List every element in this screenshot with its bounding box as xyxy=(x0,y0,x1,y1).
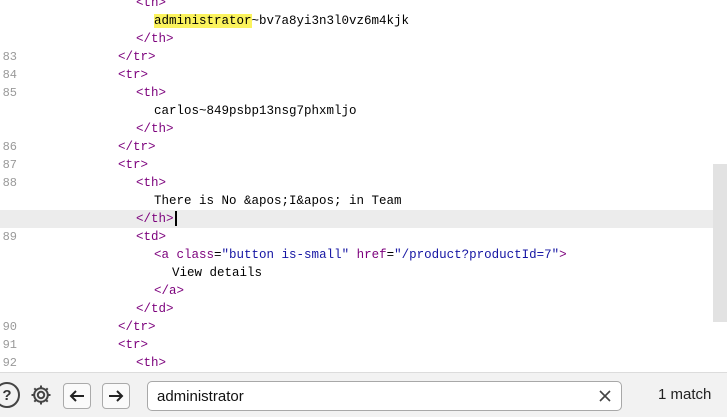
source-line: 92 <th> xyxy=(0,354,727,372)
code-token: <th> xyxy=(136,356,167,370)
code-token: class xyxy=(176,248,215,262)
line-code: </th> xyxy=(136,30,174,48)
line-code: </tr> xyxy=(118,318,156,336)
source-line: 83 </tr> xyxy=(0,48,727,66)
code-token: = xyxy=(386,248,395,262)
source-line: </td> xyxy=(0,300,727,318)
source-line: <th> xyxy=(0,0,727,12)
match-count: 1 match xyxy=(658,386,712,403)
line-code: </td> xyxy=(136,300,174,318)
source-line: 85 <th> xyxy=(0,84,727,102)
line-number: 84 xyxy=(2,68,17,82)
code-token: <th> xyxy=(136,176,167,190)
line-code: <th> xyxy=(136,174,166,192)
gear-icon[interactable] xyxy=(28,382,54,408)
line-code: carlos~849psbp13nsg7phxmljo xyxy=(154,102,357,120)
source-line: There is No &apos;I&apos; in Team xyxy=(0,192,727,210)
code-token: <th> xyxy=(136,0,167,10)
code-token: </th> xyxy=(136,212,174,226)
search-input[interactable] xyxy=(157,386,577,406)
search-highlight: administrator xyxy=(154,14,252,28)
code-token: </th> xyxy=(136,32,174,46)
previous-match-button[interactable] xyxy=(63,383,91,409)
code-token: > xyxy=(559,248,567,262)
line-code: </th> xyxy=(136,210,177,228)
line-number: 83 xyxy=(2,50,17,64)
help-icon[interactable]: ? xyxy=(0,382,20,408)
code-token: <a xyxy=(154,248,177,262)
line-number: 92 xyxy=(2,356,17,370)
code-token: </tr> xyxy=(118,50,156,64)
code-token: <th> xyxy=(136,86,167,100)
line-code: <th> xyxy=(136,84,166,102)
line-number: 90 xyxy=(2,320,17,334)
find-bar: ? 1 match xyxy=(0,372,727,417)
line-code: <td> xyxy=(136,228,166,246)
line-code: View details xyxy=(172,264,262,282)
source-line: 91 <tr> xyxy=(0,336,727,354)
line-code: </a> xyxy=(154,282,184,300)
line-code: <th> xyxy=(136,354,166,372)
code-token: "/product?productId=7" xyxy=(394,248,560,262)
line-number: 86 xyxy=(2,140,17,154)
vertical-scrollbar[interactable] xyxy=(713,164,727,322)
source-line: </th> xyxy=(0,210,727,228)
line-code: <tr> xyxy=(118,156,148,174)
code-token: carlos~849psbp13nsg7phxmljo xyxy=(154,104,357,118)
line-code: <th> xyxy=(136,0,166,12)
source-line: 88 <th> xyxy=(0,174,727,192)
source-line: </a> xyxy=(0,282,727,300)
code-token: </tr> xyxy=(118,320,156,334)
clear-search-button[interactable] xyxy=(597,388,613,404)
code-token: href xyxy=(356,248,387,262)
source-line: 90 </tr> xyxy=(0,318,727,336)
line-code: </tr> xyxy=(118,48,156,66)
source-line: 87 <tr> xyxy=(0,156,727,174)
source-view[interactable]: <th> administrator~bv7a8yi3n3l0vz6m4kjk </… xyxy=(0,0,727,372)
code-token: <tr> xyxy=(118,68,149,82)
code-token: </a> xyxy=(154,284,185,298)
source-line: carlos~849psbp13nsg7phxmljo xyxy=(0,102,727,120)
code-token: </th> xyxy=(136,122,174,136)
line-code: administrator~bv7a8yi3n3l0vz6m4kjk xyxy=(154,12,409,30)
source-line: administrator~bv7a8yi3n3l0vz6m4kjk xyxy=(0,12,727,30)
code-token: <tr> xyxy=(118,338,149,352)
code-token: "button is-small" xyxy=(221,248,350,262)
search-box xyxy=(147,381,622,411)
source-line: <a class="button is-small" href="/produc… xyxy=(0,246,727,264)
source-line: </th> xyxy=(0,30,727,48)
next-match-button[interactable] xyxy=(102,383,130,409)
arrow-left-icon xyxy=(69,390,84,402)
source-line: 84 <tr> xyxy=(0,66,727,84)
code-token: = xyxy=(214,248,222,262)
source-line: View details xyxy=(0,264,727,282)
line-number: 91 xyxy=(2,338,17,352)
code-token: </td> xyxy=(136,302,174,316)
code-token: <tr> xyxy=(118,158,149,172)
line-code: </th> xyxy=(136,120,174,138)
source-line: </th> xyxy=(0,120,727,138)
arrow-right-icon xyxy=(109,390,124,402)
close-icon xyxy=(599,390,611,402)
source-line: 89 <td> xyxy=(0,228,727,246)
text-caret xyxy=(174,211,177,227)
code-token: View details xyxy=(172,266,263,280)
code-token: ~bv7a8yi3n3l0vz6m4kjk xyxy=(251,14,410,28)
code-token: There is No &apos;I&apos; in Team xyxy=(154,194,402,208)
source-line: 86 </tr> xyxy=(0,138,727,156)
line-code: <tr> xyxy=(118,336,148,354)
line-number: 88 xyxy=(2,176,17,190)
line-code: <tr> xyxy=(118,66,148,84)
line-code: <a class="button is-small" href="/produc… xyxy=(154,246,567,264)
code-token: <td> xyxy=(136,230,167,244)
line-number: 85 xyxy=(2,86,17,100)
line-code: There is No &apos;I&apos; in Team xyxy=(154,192,402,210)
line-number: 89 xyxy=(2,230,17,244)
line-number: 87 xyxy=(2,158,17,172)
code-token: </tr> xyxy=(118,140,156,154)
line-code: </tr> xyxy=(118,138,156,156)
